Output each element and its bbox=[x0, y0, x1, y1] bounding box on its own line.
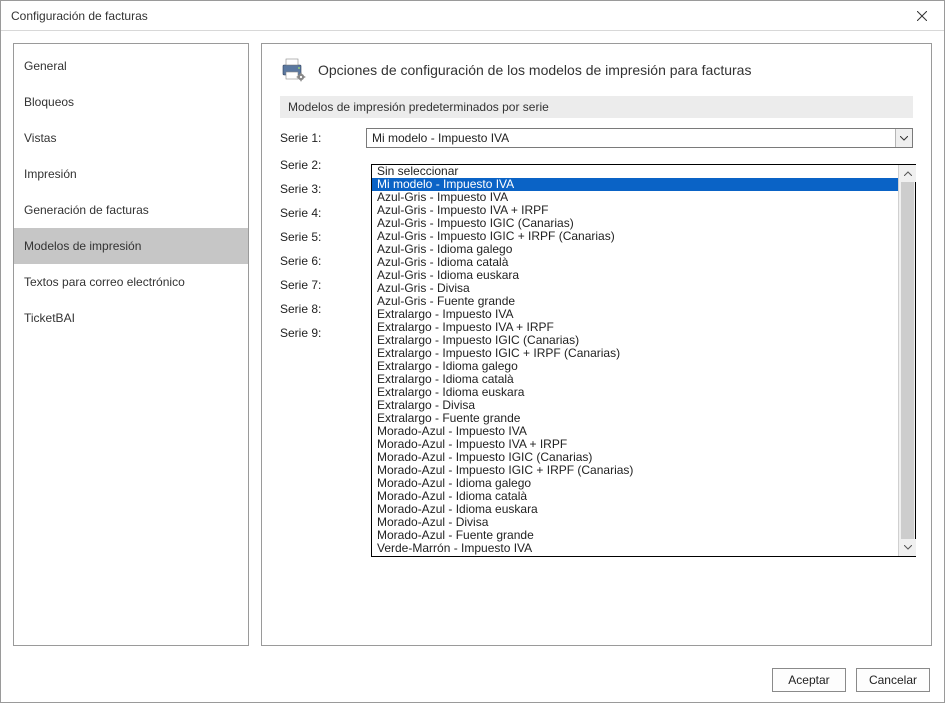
serie-label-9: Serie 9: bbox=[280, 326, 360, 340]
scroll-up-button[interactable] bbox=[899, 165, 916, 182]
serie-label-5: Serie 5: bbox=[280, 230, 360, 244]
sidebar-item-modelos-impresion[interactable]: Modelos de impresión bbox=[14, 228, 248, 264]
cancel-button[interactable]: Cancelar bbox=[856, 668, 930, 692]
dropdown-scrollbar[interactable] bbox=[898, 165, 915, 556]
sidebar-item-generacion-facturas[interactable]: Generación de facturas bbox=[14, 192, 248, 228]
dialog-window: Configuración de facturas General Bloque… bbox=[0, 0, 945, 703]
scroll-down-button[interactable] bbox=[899, 539, 916, 556]
serie-label-8: Serie 8: bbox=[280, 302, 360, 316]
combo-value: Mi modelo - Impuesto IVA bbox=[372, 131, 509, 145]
sidebar-item-bloqueos[interactable]: Bloqueos bbox=[14, 84, 248, 120]
window-title: Configuración de facturas bbox=[11, 9, 148, 23]
sidebar-item-label: Vistas bbox=[24, 131, 56, 145]
sidebar-item-ticketbai[interactable]: TicketBAI bbox=[14, 300, 248, 336]
scroll-thumb[interactable] bbox=[901, 182, 914, 539]
sidebar-item-general[interactable]: General bbox=[14, 48, 248, 84]
panel-heading: Opciones de configuración de los modelos… bbox=[318, 62, 751, 78]
sidebar-item-label: Generación de facturas bbox=[24, 203, 149, 217]
chevron-down-icon[interactable] bbox=[895, 129, 912, 147]
dialog-footer: Aceptar Cancelar bbox=[1, 658, 944, 702]
sidebar-item-impresion[interactable]: Impresión bbox=[14, 156, 248, 192]
serie-label-3: Serie 3: bbox=[280, 182, 360, 196]
sidebar: General Bloqueos Vistas Impresión Genera… bbox=[13, 43, 249, 646]
sidebar-item-textos-correo[interactable]: Textos para correo electrónico bbox=[14, 264, 248, 300]
accept-button[interactable]: Aceptar bbox=[772, 668, 846, 692]
serie-combo-1[interactable]: Mi modelo - Impuesto IVA bbox=[366, 128, 913, 148]
sidebar-item-vistas[interactable]: Vistas bbox=[14, 120, 248, 156]
sidebar-item-label: Textos para correo electrónico bbox=[24, 275, 185, 289]
button-label: Aceptar bbox=[788, 673, 829, 687]
serie1-dropdown[interactable]: Sin seleccionarMi modelo - Impuesto IVAA… bbox=[371, 164, 916, 557]
serie-label-2: Serie 2: bbox=[280, 158, 360, 172]
serie-label-4: Serie 4: bbox=[280, 206, 360, 220]
sidebar-item-label: Bloqueos bbox=[24, 95, 74, 109]
panel-header: Opciones de configuración de los modelos… bbox=[280, 58, 913, 82]
close-button[interactable] bbox=[899, 1, 944, 31]
sidebar-item-label: Impresión bbox=[24, 167, 77, 181]
dropdown-option[interactable]: Verde-Marrón - Impuesto IVA bbox=[372, 542, 898, 555]
serie-label-6: Serie 6: bbox=[280, 254, 360, 268]
combo-display[interactable]: Mi modelo - Impuesto IVA bbox=[366, 128, 913, 148]
sidebar-item-label: Modelos de impresión bbox=[24, 239, 141, 253]
button-label: Cancelar bbox=[869, 673, 917, 687]
titlebar: Configuración de facturas bbox=[1, 1, 944, 31]
sidebar-item-label: General bbox=[24, 59, 67, 73]
section-title: Modelos de impresión predeterminados por… bbox=[280, 96, 913, 118]
sidebar-item-label: TicketBAI bbox=[24, 311, 75, 325]
close-icon bbox=[917, 11, 927, 21]
serie-label-7: Serie 7: bbox=[280, 278, 360, 292]
dropdown-list[interactable]: Sin seleccionarMi modelo - Impuesto IVAA… bbox=[372, 165, 898, 556]
serie-label-1: Serie 1: bbox=[280, 131, 360, 145]
printer-settings-icon bbox=[280, 58, 306, 82]
